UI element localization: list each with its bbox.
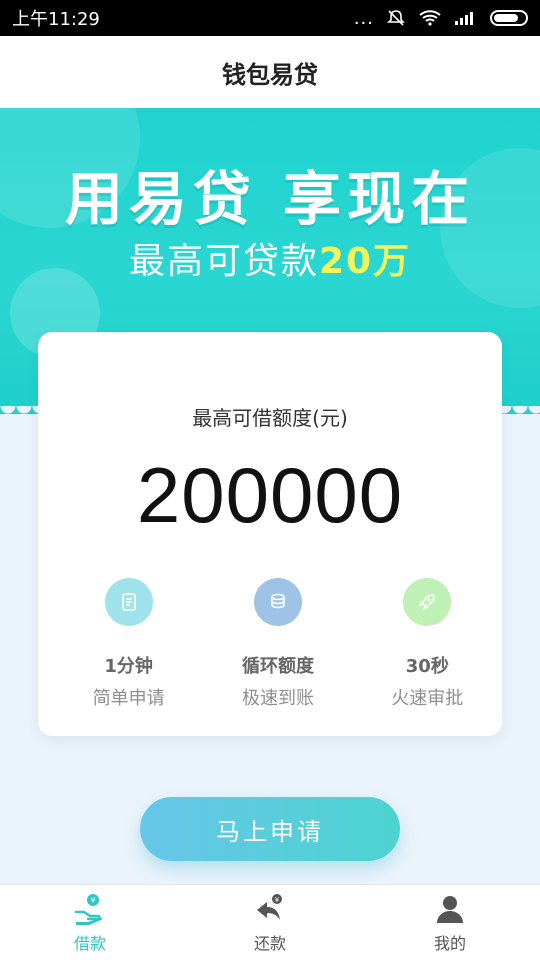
feature-title: 30秒 bbox=[405, 656, 449, 677]
apply-now-button[interactable]: 马上申请 bbox=[140, 797, 400, 861]
tab-repay[interactable]: ¥ 还款 bbox=[180, 885, 360, 960]
rocket-icon bbox=[403, 578, 452, 626]
feature-title: 1分钟 bbox=[104, 656, 153, 677]
coins-icon bbox=[253, 578, 302, 626]
battery-icon bbox=[490, 10, 528, 26]
apply-now-label: 马上申请 bbox=[216, 817, 324, 846]
banner-subline: 最高可贷款20万 bbox=[0, 232, 540, 284]
feature-subtitle: 简单申请 bbox=[92, 688, 165, 709]
tab-label: 借款 bbox=[73, 933, 106, 953]
status-bar: 上午11:29 ... bbox=[0, 0, 540, 36]
more-dots-icon: ... bbox=[353, 7, 374, 29]
tab-profile[interactable]: 我的 bbox=[360, 885, 540, 960]
wifi-icon bbox=[418, 9, 442, 27]
feature-item: 循环额度 极速到账 bbox=[203, 578, 352, 710]
tab-label: 我的 bbox=[433, 933, 466, 953]
profile-icon bbox=[437, 895, 463, 923]
credit-limit-label: 最高可借额度(元) bbox=[192, 406, 348, 430]
repay-icon: ¥ bbox=[257, 893, 282, 920]
feature-title: 循环额度 bbox=[241, 656, 314, 677]
svg-text:¥: ¥ bbox=[90, 896, 95, 905]
tab-label: 还款 bbox=[253, 933, 286, 953]
page-title: 钱包易贷 bbox=[222, 60, 318, 89]
tab-borrow[interactable]: ¥ 借款 bbox=[0, 885, 180, 960]
document-icon bbox=[104, 578, 153, 626]
feature-item: 30秒 火速审批 bbox=[353, 578, 502, 710]
mute-icon bbox=[386, 8, 406, 28]
credit-limit-amount: 200000 bbox=[136, 451, 404, 539]
bottom-tab-bar: ¥ 借款 ¥ 还款 我的 bbox=[0, 884, 540, 960]
feature-list: 1分钟 简单申请 循环额度 极速到账 30秒 火速审批 bbox=[38, 578, 502, 710]
banner-headline: 用易贷 享现在 bbox=[64, 165, 476, 233]
status-time: 上午11:29 bbox=[12, 9, 100, 30]
feature-subtitle: 火速审批 bbox=[391, 688, 464, 709]
banner-subline-highlight: 20万 bbox=[318, 241, 412, 282]
signal-icon bbox=[454, 10, 478, 26]
svg-text:¥: ¥ bbox=[275, 896, 280, 904]
borrow-icon: ¥ bbox=[74, 893, 103, 925]
credit-limit-card: 最高可借额度(元) 200000 1分钟 简单申请 循环额度 极速到账 30秒 … bbox=[38, 332, 502, 736]
feature-item: 1分钟 简单申请 bbox=[54, 578, 203, 710]
app-header: 钱包易贷 bbox=[0, 36, 540, 108]
feature-subtitle: 极速到账 bbox=[241, 688, 314, 709]
status-icons: ... bbox=[354, 8, 528, 29]
banner-subline-prefix: 最高可贷款 bbox=[128, 241, 319, 282]
